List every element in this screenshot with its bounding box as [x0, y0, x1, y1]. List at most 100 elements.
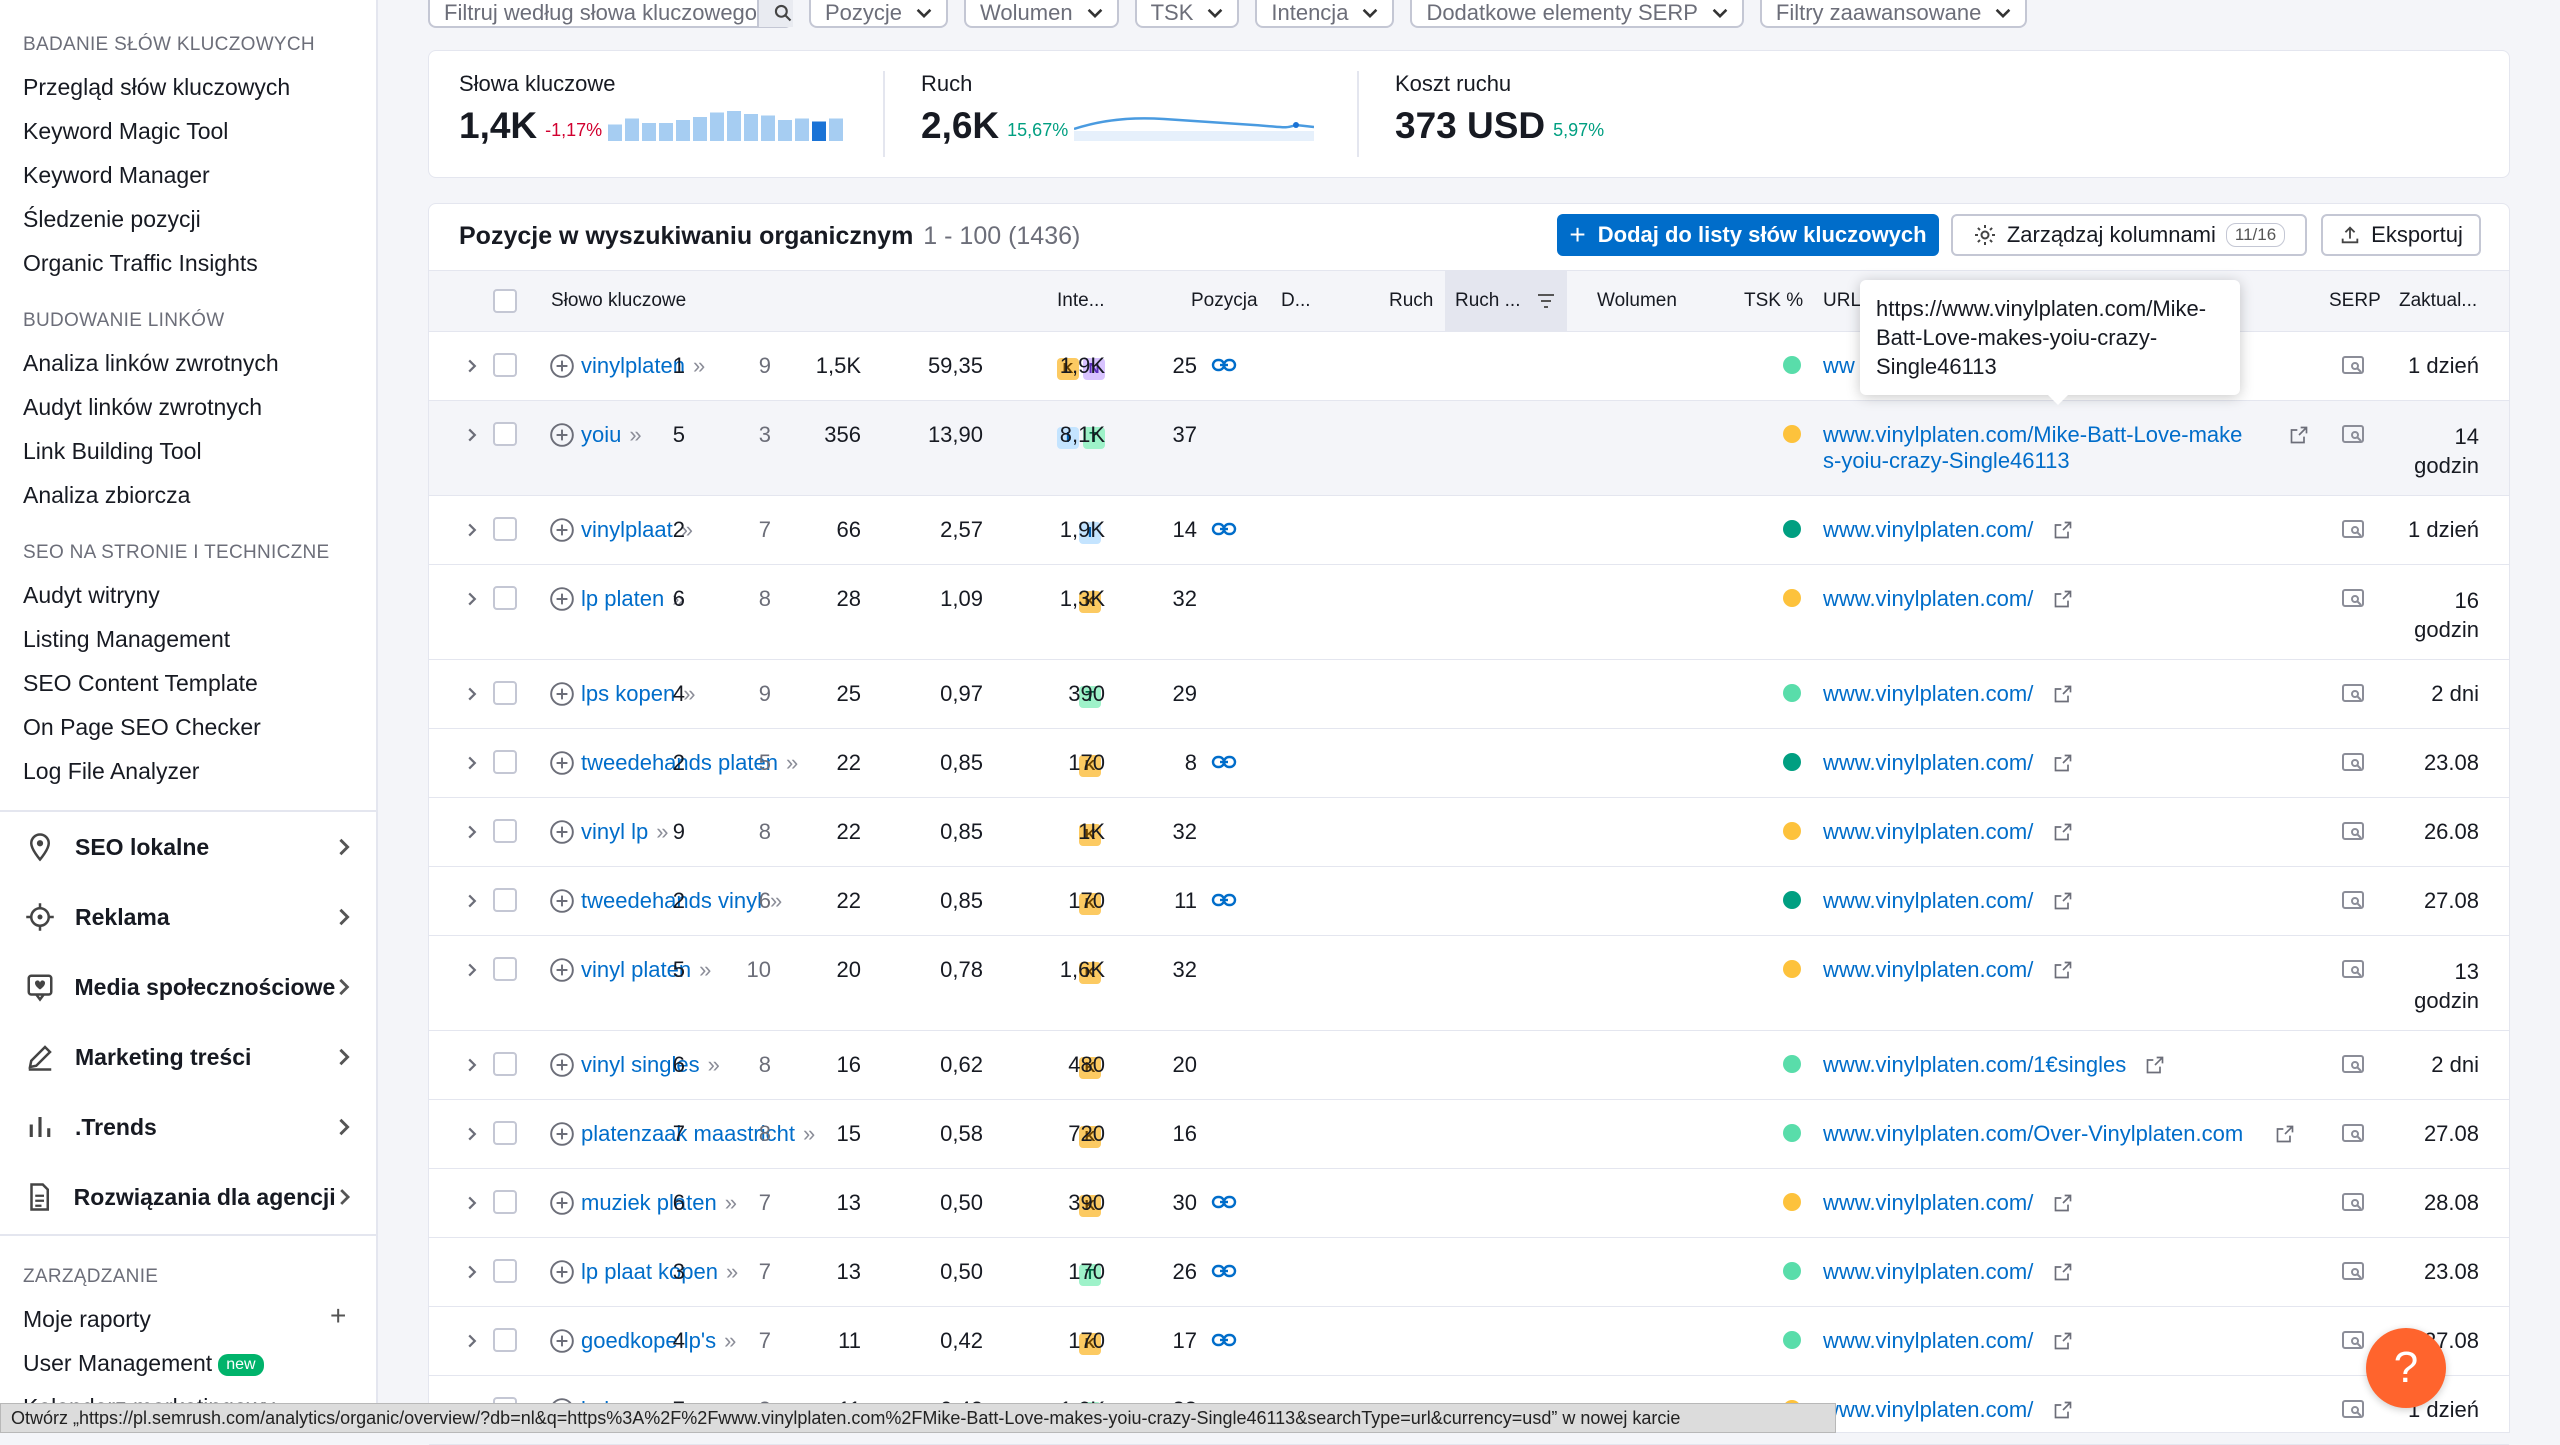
sidebar-item-on-page-seo-checker[interactable]: On Page SEO Checker — [23, 714, 261, 741]
expand-row-chevron-icon[interactable] — [465, 1127, 479, 1141]
select-all-checkbox[interactable] — [493, 289, 517, 313]
row-checkbox[interactable] — [493, 422, 517, 446]
add-keyword-icon[interactable] — [549, 586, 575, 612]
add-report-icon[interactable]: + — [330, 1300, 346, 1332]
url-link[interactable]: www.vinylplaten.com/ — [1823, 888, 2033, 914]
expand-row-chevron-icon[interactable] — [465, 756, 479, 770]
serp-preview-icon[interactable] — [2341, 1261, 2365, 1283]
search-button[interactable] — [757, 0, 794, 27]
table-row[interactable]: platenzaak maastricht» K 7 8 15 0,58 720… — [429, 1100, 2509, 1169]
serp-preview-icon[interactable] — [2341, 519, 2365, 541]
url-link[interactable]: www.vinylplaten.com/ — [1823, 1397, 2033, 1423]
external-link-icon[interactable] — [2053, 1331, 2073, 1351]
sidebar-item-backlink-analytics[interactable]: Analiza linków zwrotnych — [23, 350, 279, 377]
col-keyword[interactable]: Słowo kluczowe — [551, 271, 686, 331]
positions-filter[interactable]: Pozycje — [809, 0, 949, 28]
row-checkbox[interactable] — [493, 888, 517, 912]
table-row[interactable]: tweedehands platen» K 2 5 22 0,85 170 8 … — [429, 729, 2509, 798]
row-checkbox[interactable] — [493, 586, 517, 610]
table-row[interactable]: vinyl singles» K 6 8 16 0,62 480 20 www.… — [429, 1031, 2509, 1100]
sidebar-item-user-management[interactable]: User Management new — [23, 1350, 264, 1377]
add-keyword-icon[interactable] — [549, 353, 575, 379]
add-keyword-icon[interactable] — [549, 888, 575, 914]
sidebar-item-log-file-analyzer[interactable]: Log File Analyzer — [23, 758, 199, 785]
row-checkbox[interactable] — [493, 1121, 517, 1145]
keyword-filter-input[interactable]: Filtruj według słowa kluczowego — [428, 0, 794, 28]
sidebar-group-advertising[interactable]: Reklama — [23, 897, 353, 937]
table-row[interactable]: vinyl lp» K 9 8 22 0,85 1K 32 www.vinylp… — [429, 798, 2509, 867]
expand-row-chevron-icon[interactable] — [465, 687, 479, 701]
double-chevron-icon[interactable]: » — [693, 353, 705, 378]
expand-row-chevron-icon[interactable] — [465, 428, 479, 442]
external-link-icon[interactable] — [2289, 425, 2309, 445]
external-link-icon[interactable] — [2053, 960, 2073, 980]
sidebar-item-keyword-magic-tool[interactable]: Keyword Magic Tool — [23, 118, 228, 145]
expand-row-chevron-icon[interactable] — [465, 963, 479, 977]
add-keyword-icon[interactable] — [549, 1259, 575, 1285]
sidebar-item-organic-traffic-insights[interactable]: Organic Traffic Insights — [23, 250, 258, 277]
col-updated[interactable]: Zaktual... — [2399, 271, 2477, 331]
add-keyword-icon[interactable] — [549, 1121, 575, 1147]
volume-filter[interactable]: Wolumen — [964, 0, 1119, 28]
table-row[interactable]: lps kopen» T 4 9 25 0,97 390 29 www.viny… — [429, 660, 2509, 729]
col-intent[interactable]: Inte... — [1057, 271, 1105, 331]
col-url[interactable]: URL — [1823, 271, 1861, 331]
table-row[interactable]: muziek platen» K 6 7 13 0,50 390 30 www.… — [429, 1169, 2509, 1238]
serp-preview-icon[interactable] — [2341, 355, 2365, 377]
add-keyword-icon[interactable] — [549, 681, 575, 707]
external-link-icon[interactable] — [2145, 1055, 2165, 1075]
add-keyword-icon[interactable] — [549, 957, 575, 983]
table-row[interactable]: yoiu» IT 5 3 356 13,90 8,1K 37 www.vinyl… — [429, 401, 2509, 496]
row-checkbox[interactable] — [493, 1328, 517, 1352]
add-to-keyword-list-button[interactable]: + Dodaj do listy słów kluczowych — [1557, 214, 1939, 256]
sidebar-item-backlink-audit[interactable]: Audyt linków zwrotnych — [23, 394, 262, 421]
serp-preview-icon[interactable] — [2341, 683, 2365, 705]
url-link[interactable]: www.vinylplaten.com/ — [1823, 1190, 2033, 1216]
serp-preview-icon[interactable] — [2341, 890, 2365, 912]
sidebar-item-keyword-manager[interactable]: Keyword Manager — [23, 162, 210, 189]
external-link-icon[interactable] — [2053, 1400, 2073, 1420]
serp-preview-icon[interactable] — [2341, 821, 2365, 843]
serp-preview-icon[interactable] — [2341, 1123, 2365, 1145]
url-link[interactable]: www.vinylplaten.com/Mike-Batt-Love-make s… — [1823, 422, 2242, 474]
serp-preview-icon[interactable] — [2341, 588, 2365, 610]
intent-filter[interactable]: Intencja — [1255, 0, 1395, 28]
external-link-icon[interactable] — [2275, 1124, 2295, 1144]
help-button[interactable]: ? — [2366, 1328, 2446, 1408]
url-link[interactable]: www.vinylplaten.com/ — [1823, 819, 2033, 845]
row-checkbox[interactable] — [493, 1259, 517, 1283]
sidebar-item-seo-content-template[interactable]: SEO Content Template — [23, 670, 258, 697]
external-link-icon[interactable] — [2053, 520, 2073, 540]
sidebar-group-social-media[interactable]: Media społecznościowe — [23, 967, 353, 1007]
serp-preview-icon[interactable] — [2341, 424, 2365, 446]
kd-filter[interactable]: TSK — [1134, 0, 1240, 28]
row-checkbox[interactable] — [493, 957, 517, 981]
add-keyword-icon[interactable] — [549, 819, 575, 845]
serp-preview-icon[interactable] — [2341, 1399, 2365, 1421]
expand-row-chevron-icon[interactable] — [465, 1196, 479, 1210]
table-row[interactable]: vinyl platen» K 5 10 20 0,78 1,6K 32 www… — [429, 936, 2509, 1031]
col-difference[interactable]: D... — [1281, 271, 1311, 331]
serp-preview-icon[interactable] — [2341, 1192, 2365, 1214]
sidebar-item-link-building-tool[interactable]: Link Building Tool — [23, 438, 202, 465]
export-button[interactable]: Eksportuj — [2321, 214, 2481, 256]
table-row[interactable]: tweedehands vinyl» K 2 6 22 0,85 170 11 … — [429, 867, 2509, 936]
sidebar-item-keyword-overview[interactable]: Przegląd słów kluczowych — [23, 74, 290, 101]
expand-row-chevron-icon[interactable] — [465, 825, 479, 839]
url-link[interactable]: www.vinylplaten.com/ — [1823, 957, 2033, 983]
serp-features-filter[interactable]: Dodatkowe elementy SERP — [1410, 0, 1744, 28]
sidebar-item-position-tracking[interactable]: Śledzenie pozycji — [23, 206, 201, 233]
row-checkbox[interactable] — [493, 750, 517, 774]
sidebar-group-local-seo[interactable]: SEO lokalne — [23, 827, 353, 867]
serp-preview-icon[interactable] — [2341, 1054, 2365, 1076]
row-checkbox[interactable] — [493, 1190, 517, 1214]
row-checkbox[interactable] — [493, 353, 517, 377]
sidebar-group-content-marketing[interactable]: Marketing treści — [23, 1037, 353, 1077]
sidebar-group-agency-solutions[interactable]: Rozwiązania dla agencji — [23, 1177, 353, 1217]
url-link[interactable]: www.vinylplaten.com/ — [1823, 1328, 2033, 1354]
expand-row-chevron-icon[interactable] — [465, 1265, 479, 1279]
add-keyword-icon[interactable] — [549, 1328, 575, 1354]
double-chevron-icon[interactable]: » — [683, 681, 695, 706]
url-link[interactable]: ww — [1823, 353, 1855, 379]
expand-row-chevron-icon[interactable] — [465, 359, 479, 373]
